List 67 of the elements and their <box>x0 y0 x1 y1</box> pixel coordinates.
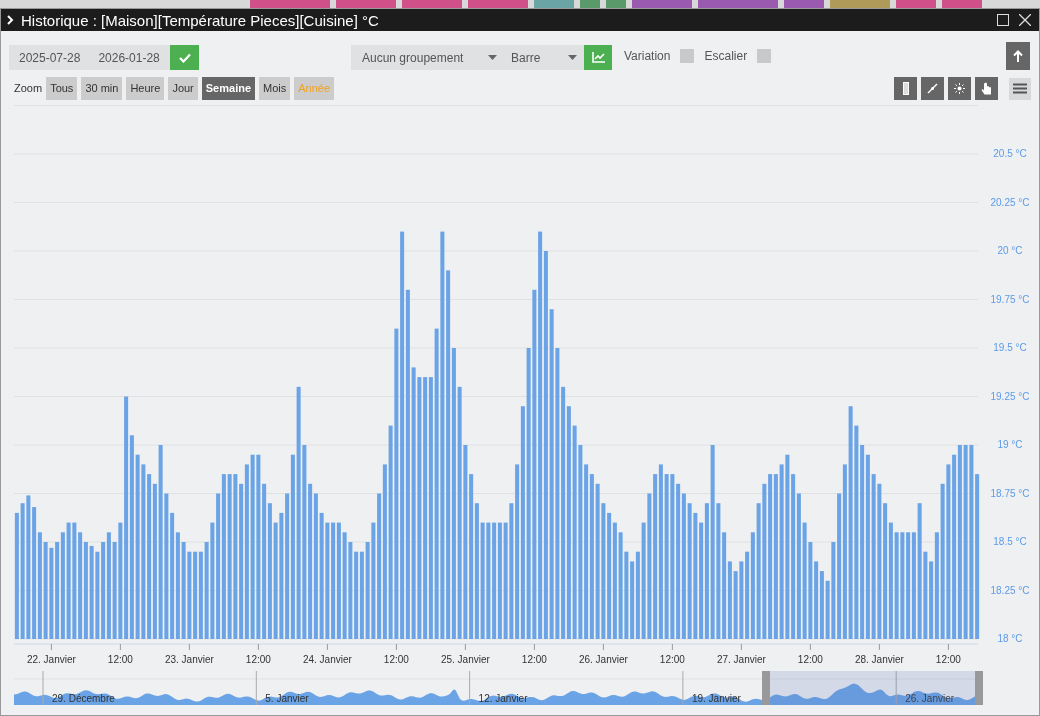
y-axis-label: 18.25 °C <box>990 584 1030 596</box>
crosshair-tool-button[interactable] <box>948 77 971 100</box>
line-chart-icon <box>591 52 605 63</box>
zoom-button[interactable]: Mois <box>259 77 291 100</box>
navigator-handle[interactable] <box>975 671 983 705</box>
window-title: Historique : [Maison][Température Pieces][Cuisine] °C <box>21 12 379 28</box>
x-axis-label: 12:00 <box>935 654 961 665</box>
checkbox[interactable] <box>757 49 772 63</box>
maximize-icon[interactable] <box>997 14 1009 26</box>
pan-tool-button[interactable] <box>975 77 998 100</box>
x-axis-label: 24. Janvier <box>302 654 352 665</box>
x-axis-label: 23. Janvier <box>164 654 214 665</box>
navigator-date-label: 19. Janvier <box>691 693 741 704</box>
arrow-up-icon <box>1013 50 1023 62</box>
zoom-button[interactable]: Jour <box>168 77 198 100</box>
line-tool-button[interactable] <box>921 77 944 100</box>
option-label: Variation <box>624 48 671 65</box>
zoom-label: Zoom <box>14 81 43 97</box>
y-axis-label: 18.75 °C <box>990 487 1030 499</box>
x-axis-label: 12:00 <box>383 654 409 665</box>
y-axis-label: 20.25 °C <box>990 196 1030 208</box>
y-axis-label: 19.5 °C <box>993 342 1027 353</box>
apply-button[interactable] <box>170 45 199 70</box>
dropdown-caret-icon <box>568 55 577 60</box>
x-axis-label: 28. Janvier <box>854 654 904 665</box>
bar-tool-button[interactable] <box>894 77 917 100</box>
checkbox[interactable] <box>680 49 695 63</box>
menu-icon <box>1013 83 1027 94</box>
x-axis-label: 22. Janvier <box>26 654 76 665</box>
grouping-select[interactable]: Aucun groupement <box>351 45 508 70</box>
x-axis-label: 26. Janvier <box>578 654 628 665</box>
menu-button[interactable] <box>1009 77 1031 100</box>
scroll-top-button[interactable] <box>1006 42 1030 70</box>
y-axis-label: 19.25 °C <box>990 390 1030 402</box>
bar-icon <box>902 82 909 95</box>
dropdown-caret-icon <box>488 55 497 60</box>
zoom-button[interactable]: Tous <box>46 77 78 100</box>
x-axis-label: 25. Janvier <box>440 654 490 665</box>
x-axis-label: 12:00 <box>107 654 133 665</box>
start-date[interactable]: 2025-07-28 <box>19 48 81 67</box>
sun-icon <box>954 83 965 94</box>
y-axis-label: 19.75 °C <box>990 293 1030 305</box>
chevron-icon[interactable] <box>7 15 14 25</box>
option-label: Escalier <box>704 48 748 65</box>
date-range-field[interactable]: 2025-07-28 2026-01-28 <box>9 45 170 70</box>
chart-type-select[interactable]: Barre <box>508 45 584 70</box>
diagonal-line-icon <box>927 83 938 94</box>
x-axis-label: 12:00 <box>659 654 685 665</box>
x-axis-label: 12:00 <box>245 654 271 665</box>
zoom-button[interactable]: Semaine <box>201 77 256 100</box>
x-axis-label: 27. Janvier <box>716 654 766 665</box>
zoom-button[interactable]: 30 min <box>81 77 123 100</box>
navigator-date-label: 26. Janvier <box>905 693 955 704</box>
y-axis-label: 20.5 °C <box>993 148 1027 159</box>
y-axis-label: 20 °C <box>997 245 1023 256</box>
check-icon <box>178 52 191 63</box>
zoom-button[interactable]: Heure <box>126 77 165 100</box>
y-axis-label: 19 °C <box>997 439 1023 450</box>
y-axis-label: 18.5 °C <box>993 536 1027 547</box>
end-date[interactable]: 2026-01-28 <box>98 48 160 67</box>
navigator-handle[interactable] <box>762 671 770 705</box>
x-axis-label: 12:00 <box>521 654 547 665</box>
x-axis-label: 12:00 <box>797 654 823 665</box>
close-icon[interactable] <box>1019 14 1031 26</box>
navigator-date-label: 29. Décembre <box>52 693 115 704</box>
y-axis-label: 18 °C <box>997 633 1023 644</box>
hand-icon <box>981 82 992 95</box>
